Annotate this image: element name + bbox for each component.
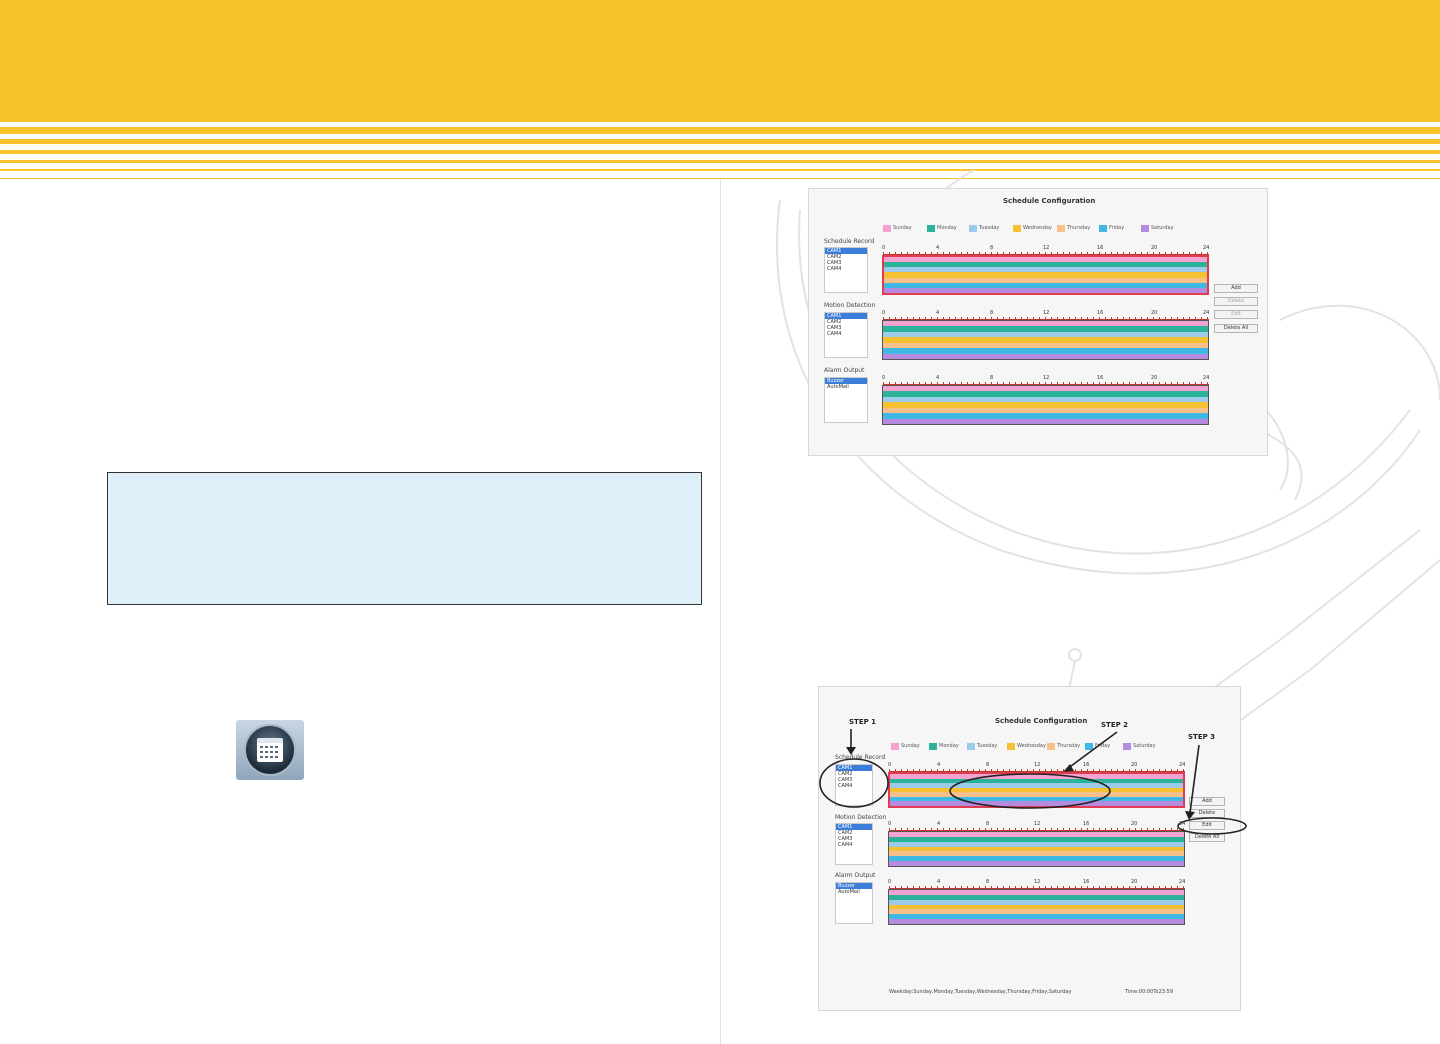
step-1-ellipse bbox=[819, 758, 889, 808]
legend-wednesday: Wednesday bbox=[1013, 224, 1052, 232]
calendar-icon bbox=[257, 738, 283, 762]
time-axis: 0 4 8 12 16 20 24 bbox=[882, 310, 1210, 320]
legend-swatch bbox=[1141, 224, 1149, 232]
step-2-arrow bbox=[1066, 731, 1118, 770]
header-stripe bbox=[0, 139, 1440, 144]
tick-label: 4 bbox=[936, 245, 940, 251]
time-axis: 0 4 8 12 16 20 24 bbox=[882, 245, 1210, 255]
schedule-config-steps-screenshot: Schedule Configuration Sunday Monday Tue… bbox=[818, 686, 1247, 1011]
legend-tuesday: Tuesday bbox=[969, 224, 999, 232]
delete-all-button[interactable]: Delete All bbox=[1214, 324, 1258, 333]
tick-label: 4 bbox=[936, 375, 940, 381]
section-label-motion-detection: Motion Detection bbox=[824, 302, 876, 309]
tick-label: 24 bbox=[1203, 375, 1210, 381]
tick-label: 0 bbox=[882, 245, 886, 251]
legend-swatch bbox=[1013, 224, 1021, 232]
header-stripe bbox=[0, 127, 1440, 134]
header-stripe bbox=[0, 150, 1440, 154]
day-bar bbox=[883, 418, 1208, 424]
list-item[interactable]: CAM4 bbox=[825, 331, 867, 337]
motion-detection-bars[interactable] bbox=[882, 320, 1209, 360]
legend-thursday: Thursday bbox=[1057, 224, 1090, 232]
tick-label: 20 bbox=[1151, 375, 1158, 381]
schedule-config-screenshot: Schedule Configuration Sunday Monday Tue… bbox=[808, 188, 1268, 456]
tick-label: 20 bbox=[1151, 310, 1158, 316]
header-stripe bbox=[0, 160, 1440, 163]
header-stripe bbox=[0, 169, 1440, 171]
legend-label: Friday bbox=[1109, 225, 1125, 231]
legend-label: Wednesday bbox=[1023, 225, 1052, 231]
day-bar bbox=[883, 353, 1208, 359]
legend-swatch bbox=[969, 224, 977, 232]
tick-label: 8 bbox=[990, 310, 994, 316]
step-annotations bbox=[819, 729, 1247, 835]
step-2-ellipse bbox=[949, 773, 1111, 809]
legend-sunday: Sunday bbox=[883, 224, 912, 232]
list-item[interactable]: AutoMail bbox=[825, 384, 867, 390]
list-item[interactable]: CAM4 bbox=[825, 266, 867, 272]
header-band bbox=[0, 0, 1440, 122]
step-3-arrow bbox=[1189, 744, 1200, 814]
tick-label: 24 bbox=[1203, 245, 1210, 251]
legend-label: Saturday bbox=[1151, 225, 1174, 231]
tick-label: 16 bbox=[1097, 310, 1104, 316]
tick-label: 8 bbox=[990, 245, 994, 251]
tick-label: 24 bbox=[1203, 310, 1210, 316]
edit-button[interactable]: Edit bbox=[1214, 310, 1258, 319]
section-label-schedule-record: Schedule Record bbox=[824, 238, 875, 245]
calendar-ring bbox=[244, 724, 296, 776]
page: Schedule Configuration Sunday Monday Tue… bbox=[0, 0, 1440, 1044]
tick-label: 12 bbox=[1043, 310, 1050, 316]
tick-label: 12 bbox=[1043, 245, 1050, 251]
legend-monday: Monday bbox=[927, 224, 957, 232]
tick-label: 20 bbox=[1151, 245, 1158, 251]
legend-swatch bbox=[1057, 224, 1065, 232]
schedule-record-list[interactable]: CAM1 CAM2 CAM3 CAM4 bbox=[824, 247, 868, 293]
motion-detection-list[interactable]: CAM1 CAM2 CAM3 CAM4 bbox=[824, 312, 868, 358]
step-3-ellipse bbox=[1177, 817, 1247, 835]
legend-label: Sunday bbox=[893, 225, 912, 231]
legend-label: Tuesday bbox=[979, 225, 1000, 231]
legend-label: Thursday bbox=[1067, 225, 1091, 231]
day-bar bbox=[884, 287, 1207, 293]
legend-label: Monday bbox=[937, 225, 957, 231]
legend-saturday: Saturday bbox=[1141, 224, 1174, 232]
legend-swatch bbox=[1099, 224, 1107, 232]
tick-label: 0 bbox=[882, 375, 886, 381]
schedule-calendar-button[interactable] bbox=[236, 720, 304, 780]
schedule-title: Schedule Configuration bbox=[1003, 197, 1096, 205]
column-divider bbox=[720, 180, 721, 1044]
header-stripe bbox=[0, 178, 1440, 179]
tick-label: 4 bbox=[936, 310, 940, 316]
delete-button[interactable]: Delete bbox=[1214, 297, 1258, 306]
tick-label: 16 bbox=[1097, 375, 1104, 381]
alarm-output-list[interactable]: Buzzer AutoMail bbox=[824, 377, 868, 423]
legend-swatch bbox=[927, 224, 935, 232]
section-label-alarm-output: Alarm Output bbox=[824, 367, 865, 374]
legend-friday: Friday bbox=[1099, 224, 1124, 232]
time-axis: 0 4 8 12 16 20 24 bbox=[882, 375, 1210, 385]
legend-swatch bbox=[883, 224, 891, 232]
note-box bbox=[107, 472, 702, 605]
tick-label: 8 bbox=[990, 375, 994, 381]
tick-label: 0 bbox=[882, 310, 886, 316]
tick-label: 16 bbox=[1097, 245, 1104, 251]
alarm-output-bars[interactable] bbox=[882, 385, 1209, 425]
tick-label: 12 bbox=[1043, 375, 1050, 381]
schedule-record-bars[interactable] bbox=[882, 255, 1209, 295]
add-button[interactable]: Add bbox=[1214, 284, 1258, 293]
